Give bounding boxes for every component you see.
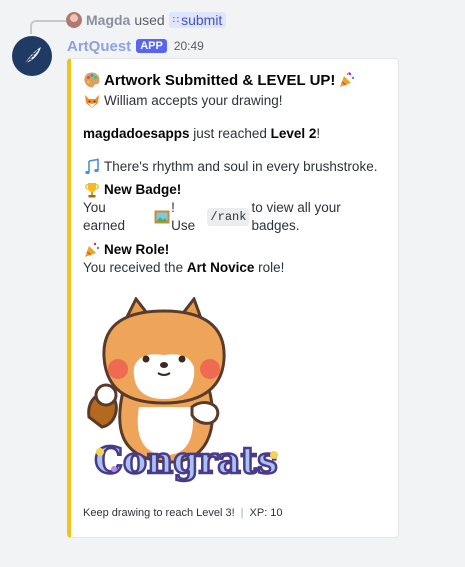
framed-picture-icon xyxy=(154,210,170,224)
level-user: magdadoesapps xyxy=(83,126,190,141)
slash-command-icon: ∷ xyxy=(172,14,180,26)
level-end: ! xyxy=(316,126,321,141)
message-header: ArtQuest APP 20:49 xyxy=(67,36,204,56)
app-badge: APP xyxy=(136,39,167,53)
palette-icon xyxy=(84,72,100,88)
embed-title: Artwork Submitted & LEVEL UP! xyxy=(83,71,388,89)
badge-post: to view all your badges. xyxy=(251,200,341,233)
level-line: magdadoesapps just reached Level 2! xyxy=(83,125,388,143)
footer-xp: XP: 10 xyxy=(249,507,283,519)
music-notes-icon xyxy=(85,158,99,175)
footer-separator: | xyxy=(240,507,244,519)
command-mention[interactable]: ∷ submit xyxy=(168,12,227,28)
level-mid-text: just reached xyxy=(193,126,267,141)
message-timestamp[interactable]: 20:49 xyxy=(174,39,204,53)
rank-command-code: /rank xyxy=(207,208,250,226)
reply-reference[interactable]: Magda used ∷ submit xyxy=(66,11,227,29)
bot-name[interactable]: ArtQuest xyxy=(67,38,131,55)
badge-line: You earned ! Use /rank to view all your … xyxy=(83,199,388,235)
congrats-image-text: Congrats xyxy=(94,440,277,482)
accept-line: William accepts your drawing! xyxy=(83,92,388,110)
feather-icon xyxy=(23,47,41,66)
footer-text: Keep drawing to reach Level 3! xyxy=(83,507,235,519)
rhythm-line: There's rhythm and soul in every brushst… xyxy=(83,158,388,176)
embed-footer: Keep drawing to reach Level 3! | XP: 10 xyxy=(83,507,283,519)
embed-card: Artwork Submitted & LEVEL UP! William ac… xyxy=(67,58,399,538)
embed-title-text: Artwork Submitted & LEVEL UP! xyxy=(104,71,336,89)
badge-heading-text: New Badge! xyxy=(104,182,182,197)
reply-username[interactable]: Magda xyxy=(86,12,130,28)
reply-user-avatar[interactable] xyxy=(66,12,82,28)
party-popper-icon xyxy=(85,242,100,257)
role-heading-text: New Role! xyxy=(104,242,170,257)
command-name: submit xyxy=(181,12,223,28)
party-popper-icon xyxy=(340,72,355,87)
reply-used-text: used xyxy=(134,12,165,28)
role-pre: You received the xyxy=(83,260,184,275)
role-name: Art Novice xyxy=(186,260,255,275)
badge-pre: You earned xyxy=(83,200,126,233)
fox-icon xyxy=(85,95,99,108)
level-value: Level 2 xyxy=(270,126,317,141)
badge-heading: New Badge! xyxy=(83,181,388,199)
rhythm-text: There's rhythm and soul in every brushst… xyxy=(104,159,378,174)
role-post: role! xyxy=(258,260,285,275)
role-heading: New Role! xyxy=(83,241,388,259)
accept-text: William accepts your drawing! xyxy=(104,93,283,108)
trophy-icon xyxy=(85,183,99,198)
congrats-image[interactable]: Congrats xyxy=(84,297,289,487)
bot-avatar[interactable] xyxy=(12,36,52,76)
role-line: You received the Art Novice role! xyxy=(83,259,388,277)
reply-connector xyxy=(30,20,66,34)
badge-mid: ! Use xyxy=(171,200,196,233)
